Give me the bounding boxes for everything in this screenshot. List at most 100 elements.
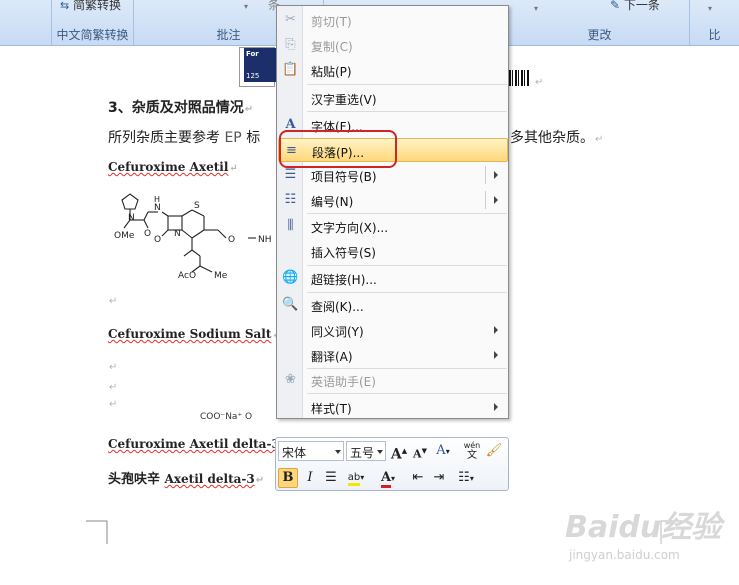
highlight-color-button[interactable]: ab▾: [342, 468, 370, 488]
intro-text-ep: EP: [224, 130, 242, 146]
english-assistant-icon: ❀: [285, 372, 296, 387]
menu-item-research-label: 查阅(K)...: [311, 300, 364, 314]
menu-item-numbering[interactable]: ☷ 编号(N): [278, 188, 508, 212]
grow-font-button[interactable]: A▲: [389, 441, 409, 463]
compound-name-4-en: Axetil delta-3: [164, 472, 255, 486]
menu-item-reselect-hanzi[interactable]: 汉字重选(V): [278, 86, 508, 110]
struct-atom-n-amide: N: [154, 203, 161, 213]
submenu-divider: [485, 166, 486, 184]
menu-item-research[interactable]: 🔍 查阅(K)...: [278, 293, 508, 317]
menu-item-paste-label: 粘贴(P): [311, 65, 352, 79]
copy-icon: ⎘: [285, 37, 296, 52]
chevron-down-icon: ▾: [534, 4, 539, 13]
intro-text-part1: 所列杂质主要参考: [108, 130, 220, 146]
paragraph-mark: ↵: [229, 163, 238, 174]
section-heading-text: 3、杂质及对照品情况: [108, 100, 244, 116]
font-color-button[interactable]: A▾: [374, 468, 402, 488]
menu-item-insert-symbol-label: 插入符号(S): [311, 246, 376, 260]
menu-item-english-assistant[interactable]: ❀ 英语助手(E): [278, 368, 508, 392]
menu-item-text-direction[interactable]: ⫼ 文字方向(X)...: [278, 214, 508, 238]
menu-item-hyperlink[interactable]: 🌐 超链接(H)...: [278, 266, 508, 290]
hyperlink-icon: 🌐: [282, 270, 299, 285]
menu-item-paste[interactable]: 📋 粘贴(P): [278, 58, 508, 82]
compound-name-2-text: Cefuroxime Sodium Salt: [108, 327, 272, 341]
highlight-annotation: [279, 130, 397, 168]
submenu-arrow-icon: [494, 196, 498, 204]
menu-item-translate-label: 翻译(A): [311, 350, 353, 364]
paragraph-mark: ↵: [244, 104, 254, 115]
structure-fragment-label: COO⁻Na⁺ O: [200, 412, 253, 422]
menu-separator: [307, 393, 507, 394]
compound-name-4-cn: 头孢呋辛: [108, 472, 161, 487]
intro-text-part3: 多其他杂质。: [510, 130, 594, 146]
font-size-select[interactable]: 五号: [346, 441, 386, 461]
menu-item-hyperlink-label: 超链接(H)...: [311, 273, 377, 287]
intro-text-part2: 标: [246, 130, 261, 146]
struct-atom-o1: O: [154, 235, 161, 245]
decrease-indent-icon: ⇤: [412, 470, 424, 485]
center-align-button[interactable]: ☰: [321, 468, 341, 488]
font-name-select[interactable]: 宋体: [278, 441, 344, 461]
increase-indent-icon: ⇥: [433, 470, 445, 485]
bullets-icon: ☷: [458, 470, 470, 485]
font-size-value: 五号: [350, 446, 375, 460]
submenu-arrow-icon: [494, 171, 498, 179]
ribbon-group-compare: ▾ 比: [690, 0, 739, 45]
phonetic-guide-button[interactable]: wén 文: [462, 441, 482, 461]
menu-item-text-direction-label: 文字方向(X)...: [311, 221, 389, 235]
menu-item-copy[interactable]: ⎘ 复制(C): [278, 33, 508, 57]
mini-toolbar: 宋体 五号 A▲ A▼ A▾ wén 文 🖌 B I ☰ ab▾ A▾ ⇤ ⇥ ☷…: [275, 437, 509, 491]
menu-item-styles[interactable]: 样式(T): [278, 395, 508, 419]
intro-text-left: 所列杂质主要参考 EP 标: [108, 127, 260, 147]
shrink-font-button[interactable]: A▼: [410, 441, 430, 461]
italic-button[interactable]: I: [300, 468, 320, 488]
struct-atom-o3: O: [228, 235, 235, 245]
compound-name-2: Cefuroxime Sodium Salt↵: [108, 327, 281, 341]
submenu-arrow-icon: [494, 351, 498, 359]
menu-separator: [307, 84, 507, 85]
intro-text-right: 多其他杂质。↵: [510, 127, 603, 147]
watermark-url: jingyan.baidu.com: [569, 548, 680, 562]
struct-group-aco: AcO: [178, 271, 196, 281]
highlight-icon: ab: [347, 472, 361, 486]
paste-icon: 📋: [282, 62, 299, 77]
chevron-down-icon: [335, 450, 341, 454]
submenu-arrow-icon: [494, 326, 498, 334]
paragraph-mark: ↵: [109, 382, 118, 393]
menu-item-translate[interactable]: 翻译(A): [278, 343, 508, 367]
page-corner-mark: [86, 520, 108, 544]
baidu-watermark: Baidu经验 jingyan.baidu.com: [565, 500, 735, 570]
struct-atom-h: H: [154, 195, 160, 204]
text-style-button[interactable]: A▾: [433, 441, 453, 461]
context-menu: ✂ 剪切(T) ⎘ 复制(C) 📋 粘贴(P) 汉字重选(V) A 字体(F).…: [276, 5, 509, 419]
menu-item-cut[interactable]: ✂ 剪切(T): [278, 8, 508, 32]
bullets-dropdown-button[interactable]: ☷▾: [452, 468, 480, 488]
bullets-icon: ☰: [284, 167, 297, 182]
scissors-icon: ✂: [285, 12, 296, 27]
format-painter-button[interactable]: 🖌: [484, 441, 504, 461]
menu-item-reselect-hanzi-label: 汉字重选(V): [311, 93, 377, 107]
struct-atom-nh: NH: [258, 235, 272, 245]
chevron-down-icon: [377, 450, 383, 454]
menu-item-insert-symbol[interactable]: 插入符号(S): [278, 239, 508, 263]
text-direction-icon: ⫼: [287, 218, 294, 233]
shrink-font-icon: A: [413, 447, 422, 461]
struct-group-me: Me: [214, 271, 228, 281]
increase-indent-button[interactable]: ⇥: [429, 468, 449, 488]
convert-label: 简繁转换: [73, 0, 122, 12]
chevron-down-icon: ▾: [244, 2, 249, 11]
format-painter-icon: 🖌: [485, 443, 503, 458]
compound-name-3: Cefuroxime Axetil delta-3: [108, 437, 280, 451]
convert-button[interactable]: ⇆ 简繁转换: [60, 0, 133, 16]
decrease-indent-button[interactable]: ⇤: [408, 468, 428, 488]
phonetic-guide-icon: wén: [463, 441, 481, 450]
menu-item-synonyms[interactable]: 同义词(Y): [278, 318, 508, 342]
bold-button[interactable]: B: [278, 468, 298, 488]
research-icon: 🔍: [282, 297, 299, 312]
menu-separator: [307, 111, 507, 112]
group-label-changes: 更改: [587, 28, 612, 42]
italic-icon: I: [307, 470, 313, 485]
ribbon-group-partial: [0, 0, 52, 45]
compound-name-4: 头孢呋辛 Axetil delta-3↵: [108, 468, 264, 487]
struct-atom-n: N: [128, 213, 135, 223]
